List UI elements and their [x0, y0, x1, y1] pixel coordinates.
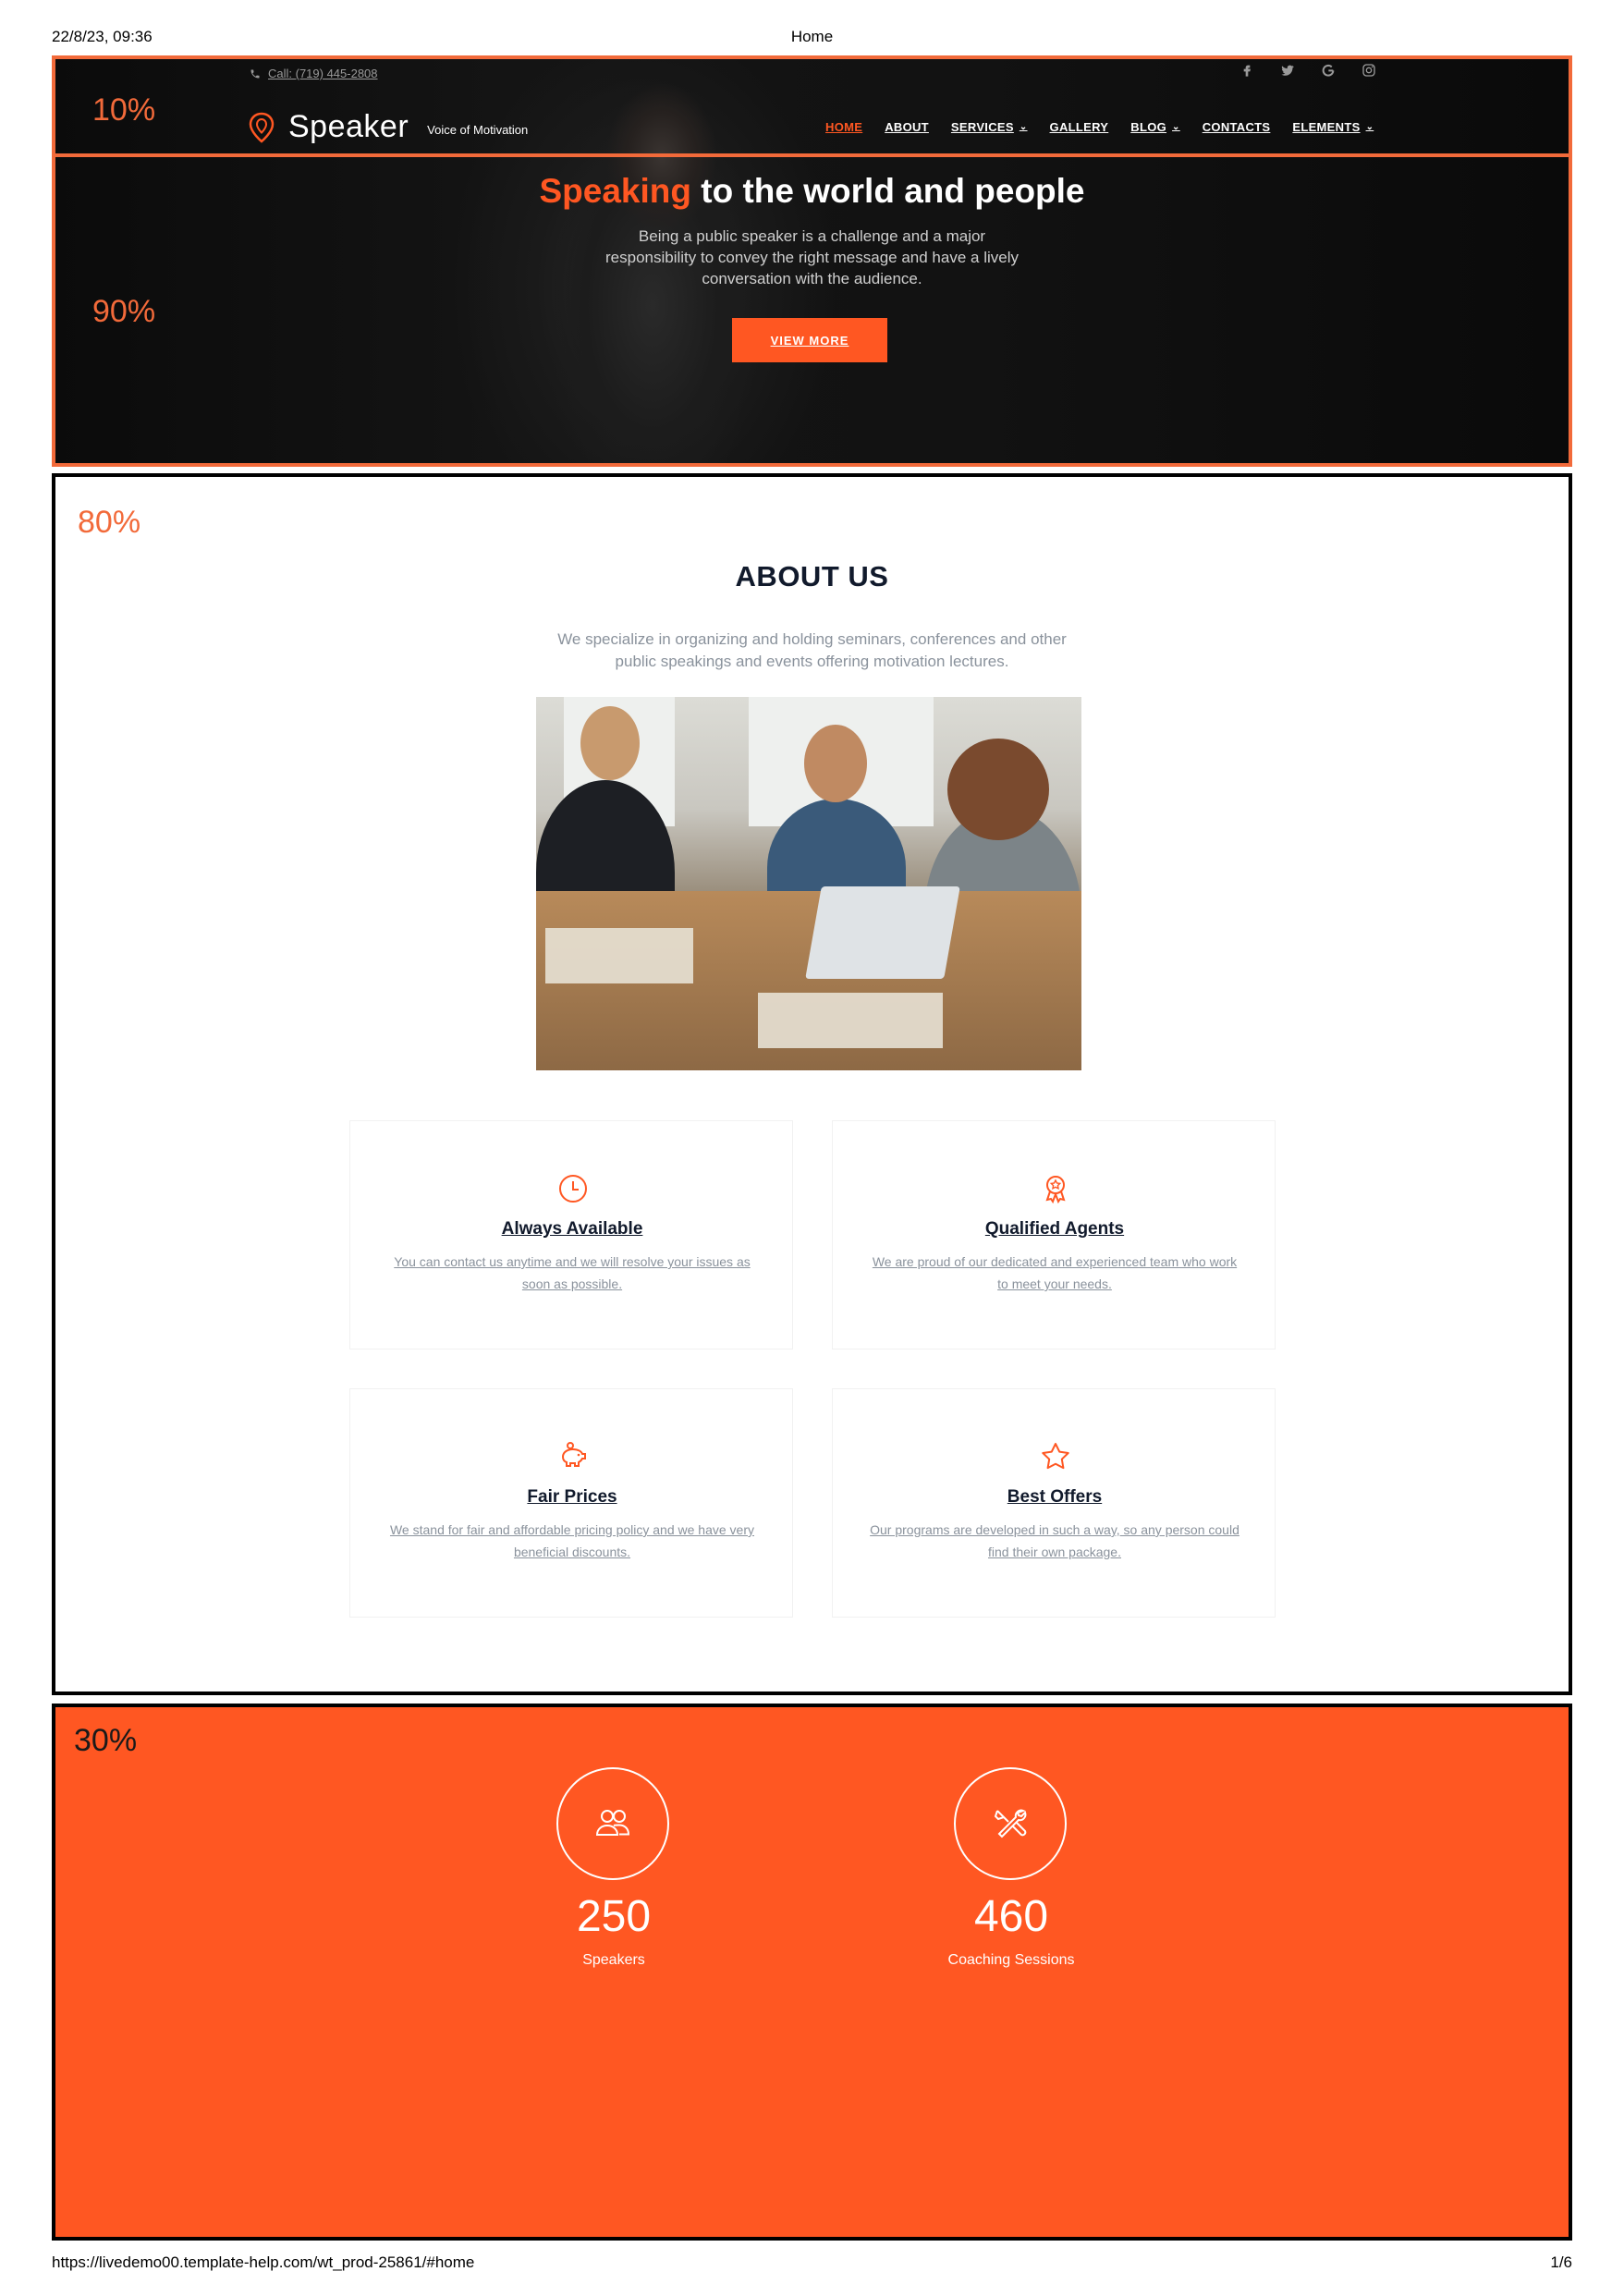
- photo-head-middle: [804, 725, 867, 802]
- annotation-box-hero: [52, 153, 1572, 467]
- photo-laptop: [805, 886, 960, 979]
- stat-ring: [556, 1767, 669, 1880]
- photo-head-right: [947, 739, 1049, 840]
- feature-text[interactable]: We are proud of our dedicated and experi…: [870, 1251, 1239, 1295]
- stat-value: 460: [973, 1892, 1049, 1941]
- stats-section: [52, 1704, 1572, 2241]
- annotation-label-stats: 30%: [74, 1723, 138, 1758]
- stat-label: Speakers: [582, 1952, 645, 1968]
- feature-title[interactable]: Best Offers: [833, 1487, 1276, 1508]
- stat-value: 250: [576, 1892, 652, 1941]
- stat-ring: [954, 1767, 1067, 1880]
- feature-title[interactable]: Qualified Agents: [833, 1219, 1276, 1240]
- tools-icon: [994, 1809, 1027, 1838]
- about-title: ABOUT US: [735, 560, 889, 592]
- feature-card-qualified-agents[interactable]: Qualified Agents We are proud of our ded…: [832, 1120, 1276, 1350]
- photo-papers: [545, 928, 693, 983]
- about-description: We specialize in organizing and holding …: [557, 630, 1067, 670]
- feature-title[interactable]: Fair Prices: [350, 1487, 794, 1508]
- piggy-bank-icon: [561, 1442, 586, 1467]
- print-title: Home: [790, 28, 834, 45]
- clock-icon: [559, 1175, 587, 1203]
- feature-title[interactable]: Always Available: [350, 1219, 794, 1240]
- annotation-label-about: 80%: [78, 505, 141, 540]
- star-icon: [1042, 1443, 1069, 1470]
- annotation-label-hero: 90%: [92, 294, 156, 329]
- annotation-label-topbar: 10%: [92, 92, 156, 128]
- feature-card-always-available[interactable]: Always Available You can contact us anyt…: [349, 1120, 793, 1350]
- print-url: https://livedemo00.template-help.com/wt_…: [52, 2253, 475, 2271]
- feature-card-fair-prices[interactable]: Fair Prices We stand for fair and afford…: [349, 1388, 793, 1618]
- photo-head-left: [580, 706, 640, 780]
- feature-text[interactable]: Our programs are developed in such a way…: [870, 1519, 1239, 1563]
- feature-card-best-offers[interactable]: Best Offers Our programs are developed i…: [832, 1388, 1276, 1618]
- feature-text[interactable]: We stand for fair and affordable pricing…: [387, 1519, 757, 1563]
- about-team-photo: [536, 697, 1081, 1070]
- users-icon: [595, 1810, 630, 1836]
- annotation-box-topbar: [52, 55, 1572, 157]
- print-page-number: 1/6: [1550, 2253, 1572, 2271]
- award-icon: [1045, 1176, 1066, 1204]
- feature-text[interactable]: You can contact us anytime and we will r…: [387, 1251, 757, 1295]
- photo-papers: [758, 993, 943, 1048]
- stat-label: Coaching Sessions: [947, 1952, 1075, 1968]
